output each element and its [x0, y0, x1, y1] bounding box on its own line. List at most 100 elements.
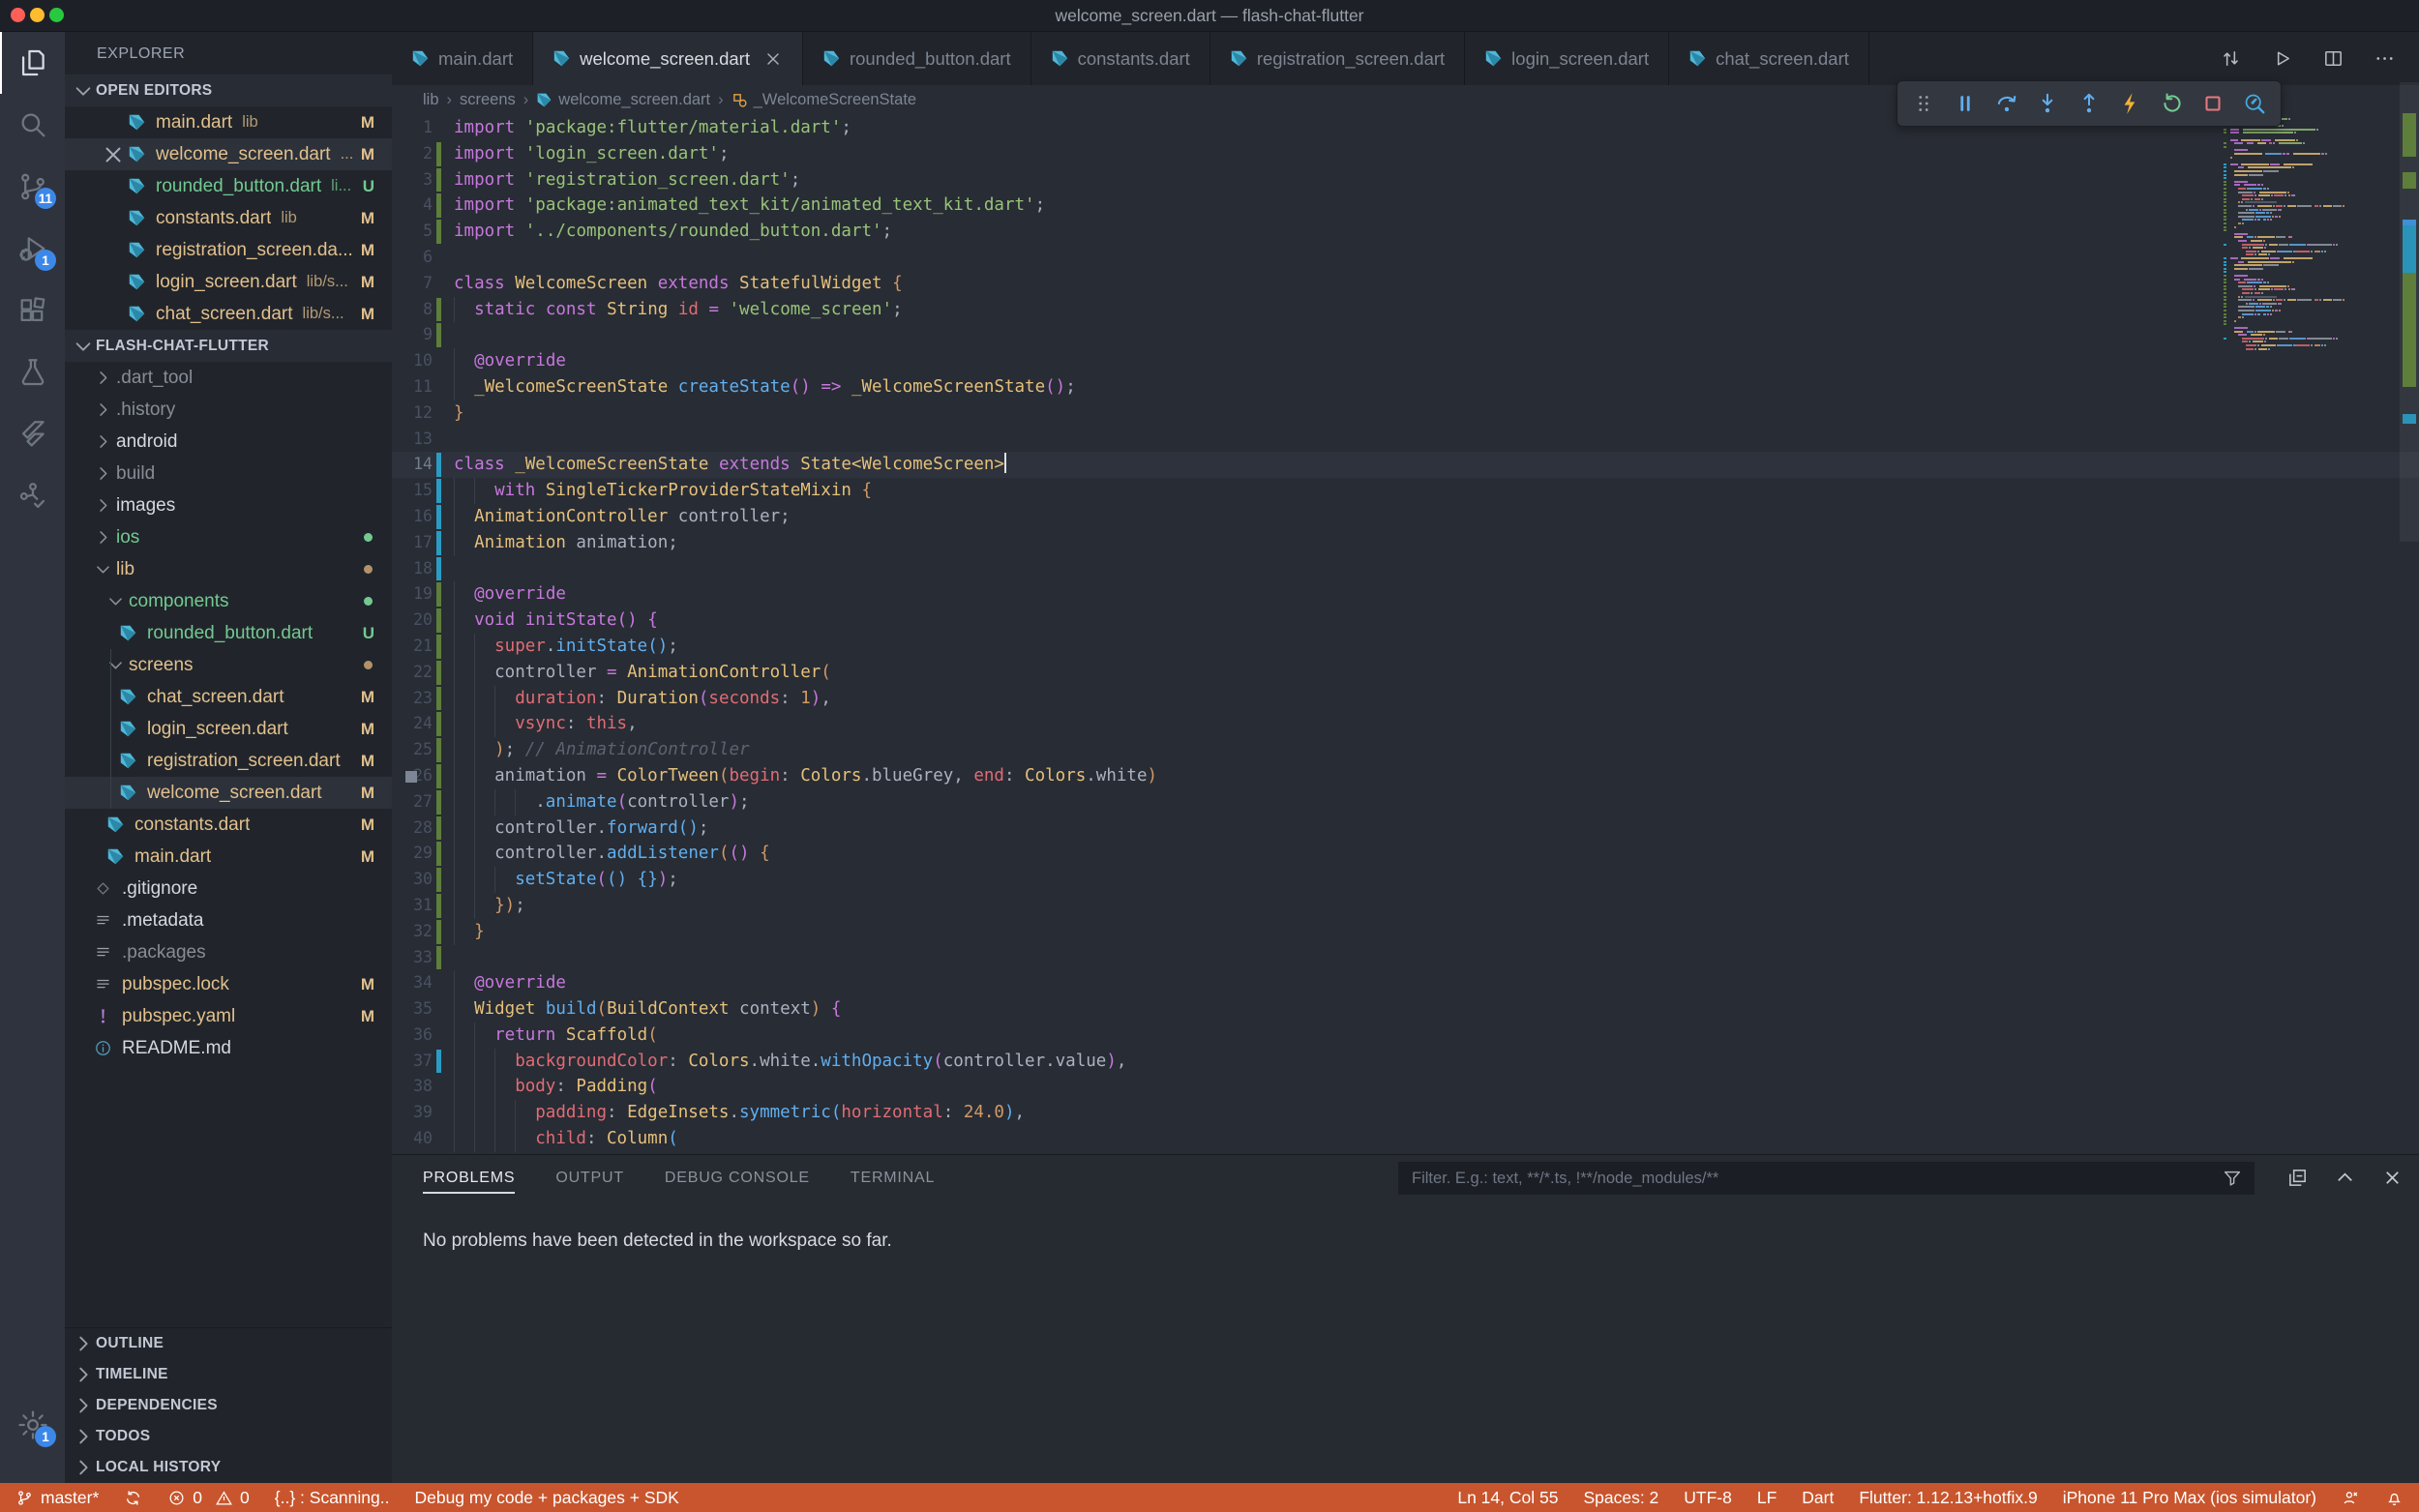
- line-number[interactable]: 18: [392, 556, 433, 582]
- line-number[interactable]: 15: [392, 478, 433, 504]
- code-line-25[interactable]: 25 ); // AnimationController: [392, 737, 2419, 763]
- line-number[interactable]: 1: [392, 115, 433, 141]
- restart-button[interactable]: [2159, 90, 2186, 117]
- problems-filter-input[interactable]: [1398, 1162, 2255, 1195]
- line-number[interactable]: 30: [392, 867, 433, 893]
- line-number[interactable]: 21: [392, 634, 433, 660]
- breadcrumb-screens[interactable]: screens: [460, 91, 516, 109]
- open-editor-constants.dart[interactable]: constants.dartlibM: [65, 202, 392, 234]
- line-number[interactable]: 27: [392, 789, 433, 815]
- line-number[interactable]: 16: [392, 504, 433, 530]
- step-into-button[interactable]: [2034, 90, 2061, 117]
- tree-item-main.dart[interactable]: main.dartM: [65, 841, 392, 873]
- open-editor-rounded_button.dart[interactable]: rounded_button.dartli...U: [65, 170, 392, 202]
- code-line-4[interactable]: 4import 'package:animated_text_kit/anima…: [392, 193, 2419, 219]
- breadcrumb-welcome_screen.dart[interactable]: welcome_screen.dart: [536, 91, 710, 109]
- tab-chat_screen.dart[interactable]: chat_screen.dart: [1669, 32, 1869, 85]
- tree-item-lib[interactable]: lib: [65, 553, 392, 585]
- open-editor-login_screen.dart[interactable]: login_screen.dartlib/s...M: [65, 266, 392, 298]
- tree-item-registration_screen.dart[interactable]: registration_screen.dartM: [65, 745, 392, 777]
- tree-item-.gitignore[interactable]: .gitignore: [65, 873, 392, 904]
- code-line-15[interactable]: 15 with SingleTickerProviderStateMixin {: [392, 478, 2419, 504]
- line-number[interactable]: 12: [392, 400, 433, 427]
- activity-extensions[interactable]: [0, 280, 65, 341]
- line-number[interactable]: 29: [392, 841, 433, 867]
- activity-explorer[interactable]: [0, 32, 65, 94]
- code-line-31[interactable]: 31 });: [392, 893, 2419, 919]
- tree-item-components[interactable]: components: [65, 585, 392, 617]
- code-line-36[interactable]: 36 return Scaffold(: [392, 1023, 2419, 1049]
- activity-source-control[interactable]: 11: [0, 156, 65, 218]
- tab-constants.dart[interactable]: constants.dart: [1031, 32, 1210, 85]
- tab-rounded_button.dart[interactable]: rounded_button.dart: [803, 32, 1031, 85]
- tree-item-pubspec.yaml[interactable]: pubspec.yamlM: [65, 1000, 392, 1032]
- code-line-20[interactable]: 20 void initState() {: [392, 608, 2419, 634]
- code-line-23[interactable]: 23 duration: Duration(seconds: 1),: [392, 686, 2419, 712]
- panel-tab-terminal[interactable]: TERMINAL: [851, 1155, 935, 1201]
- breadcrumb-lib[interactable]: lib: [423, 91, 439, 109]
- code-editor[interactable]: 1import 'package:flutter/material.dart';…: [392, 115, 2419, 1154]
- code-line-27[interactable]: 27 .animate(controller);: [392, 789, 2419, 815]
- line-number[interactable]: 10: [392, 348, 433, 374]
- overview-ruler-scrollbar[interactable]: [2400, 32, 2419, 1154]
- analysis-status[interactable]: {..} : Scanning..: [275, 1488, 390, 1508]
- breadcrumb-_WelcomeScreenState[interactable]: _WelcomeScreenState: [732, 91, 916, 109]
- tree-item-welcome_screen.dart[interactable]: welcome_screen.dartM: [65, 777, 392, 809]
- open-editor-registration_screen.da...[interactable]: registration_screen.da...M: [65, 234, 392, 266]
- line-number[interactable]: 9: [392, 322, 433, 348]
- activity-search[interactable]: [0, 94, 65, 156]
- open-editors-header[interactable]: OPEN EDITORS: [65, 74, 392, 106]
- open-devtools-button[interactable]: [2241, 90, 2268, 117]
- feedback-icon[interactable]: [2342, 1489, 2360, 1507]
- line-number[interactable]: 17: [392, 530, 433, 556]
- code-line-3[interactable]: 3import 'registration_screen.dart';: [392, 167, 2419, 193]
- code-line-10[interactable]: 10 @override: [392, 348, 2419, 374]
- line-number[interactable]: 34: [392, 970, 433, 996]
- code-line-38[interactable]: 38 body: Padding(: [392, 1074, 2419, 1100]
- notifications-bell-icon[interactable]: [2385, 1489, 2404, 1507]
- open-editor-welcome_screen.dart[interactable]: welcome_screen.dart...M: [65, 138, 392, 170]
- minimap[interactable]: [2224, 118, 2400, 1085]
- code-line-19[interactable]: 19 @override: [392, 581, 2419, 608]
- line-number[interactable]: 5: [392, 219, 433, 245]
- line-number[interactable]: 22: [392, 660, 433, 686]
- code-line-2[interactable]: 2import 'login_screen.dart';: [392, 141, 2419, 167]
- code-line-37[interactable]: 37 backgroundColor: Colors.white.withOpa…: [392, 1049, 2419, 1075]
- line-number[interactable]: 33: [392, 945, 433, 971]
- code-line-33[interactable]: 33: [392, 945, 2419, 971]
- step-out-button[interactable]: [2076, 90, 2103, 117]
- debug-config-status[interactable]: Debug my code + packages + SDK: [414, 1488, 678, 1508]
- tree-item-pubspec.lock[interactable]: pubspec.lockM: [65, 968, 392, 1000]
- line-number[interactable]: 6: [392, 245, 433, 271]
- more-actions-icon[interactable]: [2374, 47, 2396, 70]
- open-editor-main.dart[interactable]: main.dartlibM: [65, 106, 392, 138]
- line-number[interactable]: 20: [392, 608, 433, 634]
- drag-handle[interactable]: [1910, 90, 1937, 117]
- tab-main.dart[interactable]: main.dart: [392, 32, 533, 85]
- code-line-18[interactable]: 18: [392, 556, 2419, 582]
- step-over-button[interactable]: [1993, 90, 2020, 117]
- git-branch-status[interactable]: master*: [15, 1488, 99, 1508]
- activity-settings[interactable]: 1: [0, 1394, 65, 1456]
- code-line-11[interactable]: 11 _WelcomeScreenState createState() => …: [392, 374, 2419, 400]
- code-line-30[interactable]: 30 setState(() {});: [392, 867, 2419, 893]
- line-number[interactable]: 19: [392, 581, 433, 608]
- line-number[interactable]: 14: [392, 452, 433, 478]
- code-line-24[interactable]: 24 vsync: this,: [392, 711, 2419, 737]
- tree-item-.history[interactable]: .history: [65, 394, 392, 426]
- code-line-28[interactable]: 28 controller.forward();: [392, 815, 2419, 842]
- line-number[interactable]: 4: [392, 193, 433, 219]
- line-number[interactable]: 2: [392, 141, 433, 167]
- code-line-14[interactable]: 14class _WelcomeScreenState extends Stat…: [392, 452, 2419, 478]
- line-number[interactable]: 28: [392, 815, 433, 842]
- panel-tab-problems[interactable]: PROBLEMS: [423, 1155, 515, 1201]
- code-line-34[interactable]: 34 @override: [392, 970, 2419, 996]
- tree-item-.dart_tool[interactable]: .dart_tool: [65, 362, 392, 394]
- line-number[interactable]: 40: [392, 1126, 433, 1152]
- stop-button[interactable]: [2199, 90, 2226, 117]
- tree-item-chat_screen.dart[interactable]: chat_screen.dartM: [65, 681, 392, 713]
- code-line-17[interactable]: 17 Animation animation;: [392, 530, 2419, 556]
- problems-status[interactable]: 0 0: [167, 1488, 249, 1508]
- hot-reload-button[interactable]: [2117, 90, 2144, 117]
- tree-item-ios[interactable]: ios: [65, 521, 392, 553]
